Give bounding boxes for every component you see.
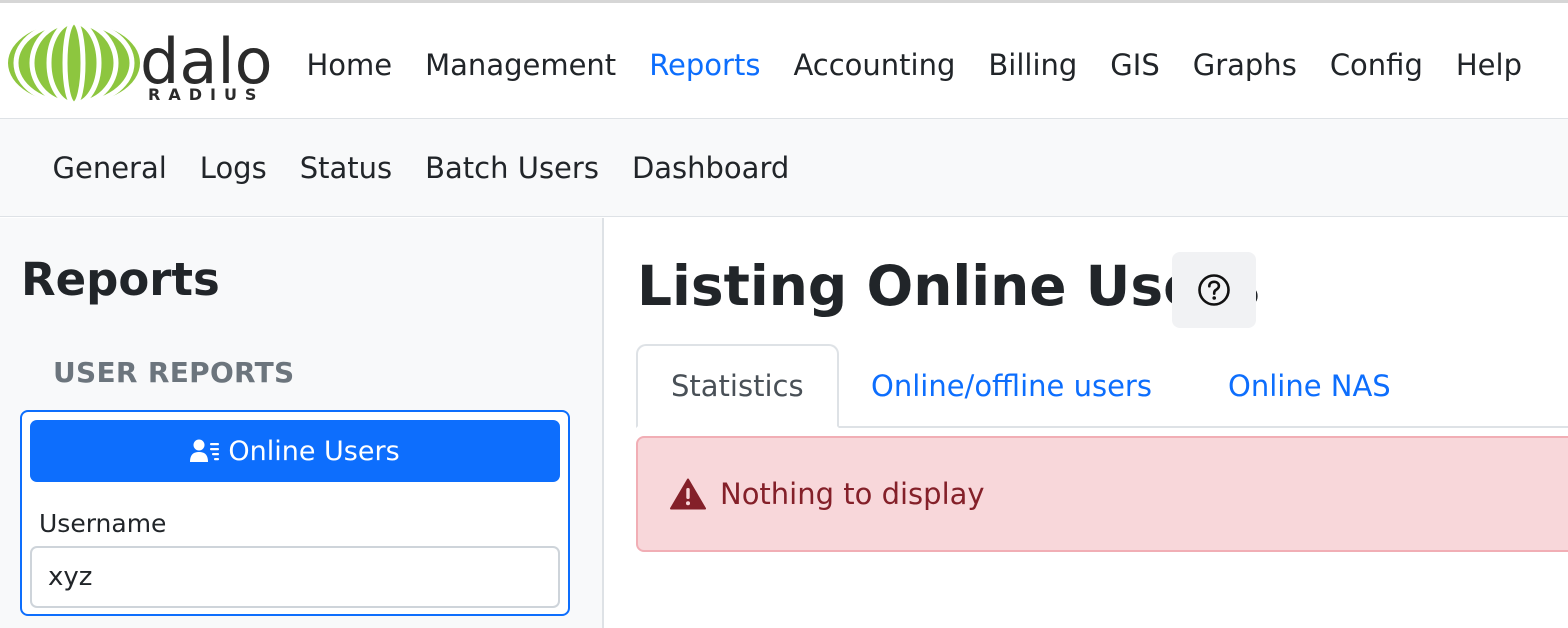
sidebar-title: Reports [21,253,220,306]
nav-management[interactable]: Management [409,41,633,89]
subnav-status[interactable]: Status [283,145,408,191]
tab-statistics[interactable]: Statistics [636,344,839,428]
person-lines-icon [190,439,220,462]
top-navbar: dalo RADIUS Home Management Reports Acco… [0,0,1568,119]
username-label: Username [39,509,167,538]
subnav-batch-users[interactable]: Batch Users [409,145,616,191]
nav-billing[interactable]: Billing [972,41,1094,89]
online-users-form: Online Users Username [20,410,570,616]
reports-submenu: General Logs Status Batch Users Dashboar… [36,145,806,191]
alert-danger: Nothing to display [636,436,1568,552]
subnav-general[interactable]: General [36,145,183,191]
main-menu: Home Management Reports Accounting Billi… [290,41,1538,89]
nav-gis[interactable]: GIS [1094,41,1176,89]
online-users-button-label: Online Users [228,435,400,467]
sidebar: Reports USER REPORTS Online Users Userna… [0,218,604,628]
nav-accounting[interactable]: Accounting [777,41,972,89]
tab-online-offline-users[interactable]: Online/offline users [838,344,1185,428]
subnav-logs[interactable]: Logs [183,145,283,191]
sub-navbar: General Logs Status Batch Users Dashboar… [0,119,1568,217]
nav-help[interactable]: Help [1439,41,1538,89]
logo-sub-text: RADIUS [148,85,264,104]
page-title: Listing Online Users [637,254,1261,318]
username-input[interactable] [30,546,560,608]
question-circle-icon [1198,274,1230,306]
nav-reports[interactable]: Reports [633,41,777,89]
warning-triangle-icon [670,478,706,510]
online-users-button[interactable]: Online Users [30,420,560,482]
nav-graphs[interactable]: Graphs [1176,41,1313,89]
daloradius-logo[interactable]: dalo RADIUS [4,19,276,107]
tab-online-nas[interactable]: Online NAS [1195,344,1424,428]
alert-message: Nothing to display [720,477,985,511]
tab-bar: Statistics Online/offline users Online N… [636,344,1568,428]
subnav-dashboard[interactable]: Dashboard [615,145,805,191]
nav-home[interactable]: Home [290,41,409,89]
nav-config[interactable]: Config [1313,41,1439,89]
help-button[interactable] [1172,252,1256,328]
sidebar-section-heading: USER REPORTS [53,356,295,389]
